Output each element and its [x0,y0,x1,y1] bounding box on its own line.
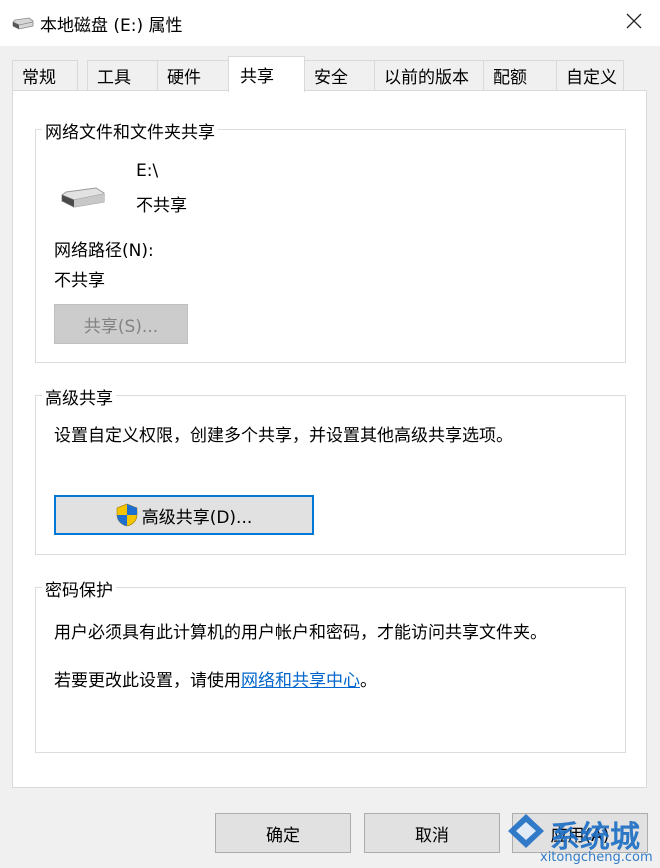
tab-hardware[interactable]: 硬件 [157,60,230,90]
share-status: 不共享 [136,196,187,216]
password-protection-group: 密码保护 用户必须具有此计算机的用户帐户和密码，才能访问共享文件夹。 若要更改此… [35,576,626,753]
tab-label: 安全 [314,68,348,88]
watermark: 系统城 xitongcheng.com [500,808,660,868]
close-icon [626,13,642,33]
tab-label: 配额 [493,68,527,88]
network-path-value: 不共享 [54,271,105,291]
tab-sharing[interactable]: 共享 [228,56,305,92]
drive-icon [60,186,106,216]
title-bar: 本地磁盘 (E:) 属性 [0,0,660,46]
watermark-url: xitongcheng.com [540,850,653,865]
tab-previous-versions[interactable]: 以前的版本 [374,60,484,90]
advanced-sharing-button-label: 高级共享(D)... [141,507,253,528]
password-change-hint: 若要更改此设置，请使用网络和共享中心。 [54,666,377,691]
tab-tools[interactable]: 工具 [87,60,158,90]
group-title: 高级共享 [42,384,116,409]
tab-label: 共享 [240,67,274,87]
group-title: 密码保护 [42,576,116,601]
tab-label: 常规 [22,68,56,88]
tab-label: 硬件 [167,68,201,88]
tab-label: 自定义 [566,68,617,88]
tab-general[interactable]: 常规 [12,60,78,90]
password-protection-description: 用户必须具有此计算机的用户帐户和密码，才能访问共享文件夹。 [54,623,547,643]
tab-customize[interactable]: 自定义 [556,60,624,90]
tab-label: 以前的版本 [384,68,469,88]
close-button[interactable] [612,4,656,42]
tab-quota[interactable]: 配额 [483,60,557,90]
tab-security[interactable]: 安全 [304,60,375,90]
network-path-label: 网络路径(N): [54,241,154,261]
network-sharing-group: 网络文件和文件夹共享 E:\ 不共享 网络路径(N): 不共享 共享(S)... [35,118,626,363]
window-title: 本地磁盘 (E:) 属性 [40,16,183,36]
drive-icon [12,16,34,35]
watermark-logo-icon [506,812,546,854]
sharing-tab-panel: 网络文件和文件夹共享 E:\ 不共享 网络路径(N): 不共享 共享(S)...… [12,90,647,788]
uac-shield-icon [116,503,138,527]
advanced-sharing-group: 高级共享 设置自定义权限，创建多个共享，并设置其他高级共享选项。 高级共享(D)… [35,384,626,555]
group-title: 网络文件和文件夹共享 [42,118,218,143]
tab-label: 工具 [97,68,131,88]
network-sharing-center-link[interactable]: 网络和共享中心 [241,671,360,691]
drive-path: E:\ [136,161,159,181]
hint-prefix: 若要更改此设置，请使用 [54,671,241,691]
advanced-sharing-description: 设置自定义权限，创建多个共享，并设置其他高级共享选项。 [54,426,513,446]
hint-suffix: 。 [360,671,377,691]
cancel-button[interactable]: 取消 [364,813,500,853]
advanced-sharing-button[interactable]: 高级共享(D)... [54,495,314,535]
share-button[interactable]: 共享(S)... [54,304,188,344]
ok-button[interactable]: 确定 [215,813,351,853]
